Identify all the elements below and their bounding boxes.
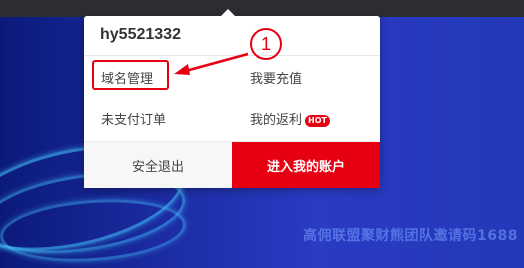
menu-item-label: 我要充值 bbox=[250, 72, 303, 87]
logout-button[interactable]: 安全退出 bbox=[84, 142, 232, 188]
menu-item-domain-management[interactable]: 域名管理 bbox=[101, 68, 153, 87]
top-bar bbox=[0, 0, 524, 17]
popup-caret bbox=[220, 9, 236, 17]
hot-badge: HOT bbox=[305, 115, 330, 127]
account-dropdown-popup: hy5521332 域名管理 我要充值 未支付订单 我的返利 HOT 安全退出 进… bbox=[84, 9, 380, 188]
menu-item-my-rebates[interactable]: 我的返利 HOT bbox=[250, 109, 330, 128]
menu-item-recharge[interactable]: 我要充值 bbox=[250, 68, 302, 87]
background-watermark: 高佣联盟聚财熊团队邀请码1688 bbox=[303, 228, 518, 244]
popup-footer: 安全退出 进入我的账户 bbox=[84, 141, 380, 188]
annotation-step-circle: 1 bbox=[250, 28, 282, 60]
enter-account-button[interactable]: 进入我的账户 bbox=[232, 142, 380, 188]
menu-item-unpaid-orders[interactable]: 未支付订单 bbox=[101, 109, 166, 128]
annotation-arrow-icon bbox=[174, 52, 249, 75]
menu-item-label: 未支付订单 bbox=[101, 113, 167, 128]
menu-item-label: 域名管理 bbox=[101, 72, 154, 87]
menu-item-label: 我的返利 bbox=[250, 113, 303, 128]
username: hy5521332 bbox=[100, 26, 181, 43]
